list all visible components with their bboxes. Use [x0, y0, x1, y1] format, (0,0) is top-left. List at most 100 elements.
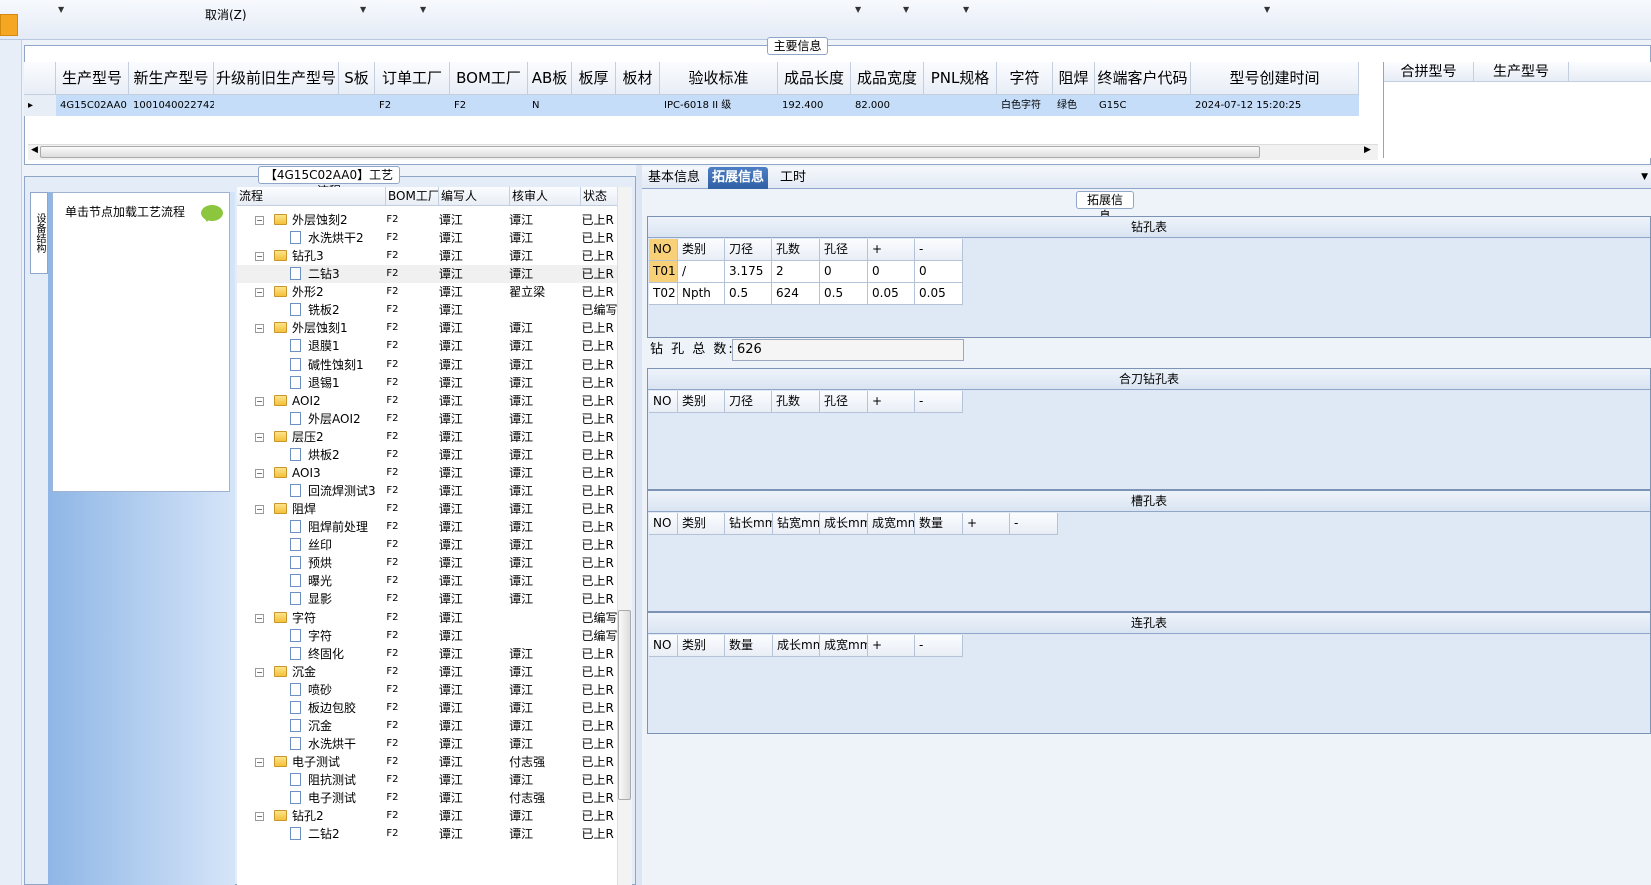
column-header[interactable]: 成品长度 [778, 62, 851, 95]
tree-row[interactable]: − 沉金 F2 谭江 谭江 已上R [237, 663, 620, 681]
tree-node[interactable]: 退膜1 [237, 337, 382, 355]
grid-header-cell[interactable]: 刀径 [725, 391, 772, 413]
dropdown-arrow-icon[interactable]: ▼ [1641, 172, 1648, 182]
column-header[interactable]: 型号创建时间 [1191, 62, 1359, 95]
grid-header-cell[interactable]: - [915, 635, 963, 657]
expand-icon[interactable]: − [255, 667, 264, 677]
tree-row[interactable]: 退膜1 F2 谭江 谭江 已上R [237, 337, 620, 355]
tree-node[interactable]: 水洗烘干2 [237, 229, 382, 247]
grid-header-cell[interactable]: 孔数 [772, 391, 820, 413]
tree-column-header[interactable]: 流程 [237, 187, 386, 205]
grid-header-cell[interactable]: 类别 [678, 239, 725, 261]
dropdown-arrow-icon[interactable]: ▼ [1264, 5, 1270, 14]
column-header[interactable]: 升级前旧生产型号 [214, 62, 339, 95]
tree-row[interactable]: 退锡1 F2 谭江 谭江 已上R [237, 374, 620, 392]
grid-header-cell[interactable]: - [915, 391, 963, 413]
grid-row[interactable]: T01/3.175 2 0 0 0 [649, 261, 963, 283]
tree-node[interactable]: − 外形2 [237, 283, 382, 301]
tree-row[interactable]: − 外形2 F2 谭江 翟立梁 已上R [237, 283, 620, 301]
tree-row[interactable]: 字符 F2 谭江 已编写 [237, 627, 620, 645]
tree-node[interactable]: 喷砂 [237, 681, 382, 699]
grid-header-cell[interactable]: 数量 [725, 635, 773, 657]
tree-row[interactable]: − 电子测试 F2 谭江 付志强 已上R [237, 753, 620, 771]
tree-node[interactable]: 板边包胶 [237, 699, 382, 717]
column-header[interactable]: 阻焊 [1053, 62, 1095, 95]
tab-work-hours[interactable]: 工时 [776, 167, 810, 189]
scrollbar-thumb[interactable] [40, 146, 1260, 158]
expand-icon[interactable]: − [255, 505, 264, 515]
grid-header-cell[interactable]: + [868, 239, 915, 261]
tree-node[interactable]: 丝印 [237, 536, 382, 554]
column-header[interactable]: 生产型号 [56, 62, 129, 95]
grid-header-cell[interactable]: 孔径 [820, 239, 868, 261]
tree-row[interactable]: 铣板2 F2 谭江 已编写 [237, 301, 620, 319]
expand-icon[interactable]: − [255, 396, 264, 406]
tree-row[interactable]: 水洗烘干 F2 谭江 谭江 已上R [237, 735, 620, 753]
tree-node[interactable]: 碱性蚀刻1 [237, 356, 382, 374]
grid-header-cell[interactable]: 类别 [678, 391, 725, 413]
tree-node[interactable]: 烘板2 [237, 446, 382, 464]
tree-row[interactable]: 二钻3 F2 谭江 谭江 已上R [237, 265, 620, 284]
tree-node[interactable]: 二钻3 [237, 265, 382, 283]
grid-header-cell[interactable]: + [963, 513, 1010, 535]
tree-column-header[interactable]: BOM工厂 [386, 187, 439, 205]
dropdown-arrow-icon[interactable]: ▼ [58, 5, 64, 14]
drill-total-field[interactable]: 626 [732, 339, 964, 361]
grid-header-cell[interactable]: - [1010, 513, 1058, 535]
tree-node[interactable]: 二钻2 [237, 825, 382, 843]
grid-header-cell[interactable]: 孔径 [820, 391, 868, 413]
column-header[interactable]: 板厚 [572, 62, 616, 95]
grid-header-cell[interactable]: 数量 [915, 513, 963, 535]
tree-node[interactable]: − 沉金 [237, 663, 382, 681]
grid-header-cell[interactable]: 成长mm [820, 513, 868, 535]
table-row[interactable]: ▸ 4G15C02AA0 10010400227424 F2 F2 N IPC-6018 I… [24, 95, 1359, 116]
tree-row[interactable]: 曝光 F2 谭江 谭江 已上R [237, 572, 620, 590]
tree-node[interactable]: 回流焊测试3 [237, 482, 382, 500]
tree-node[interactable]: − 电子测试 [237, 753, 382, 771]
grid-header-cell[interactable]: 钻宽mm [773, 513, 820, 535]
tree-row[interactable]: − 字符 F2 谭江 已编写 [237, 609, 620, 627]
grid-header-cell[interactable]: 成宽mm [820, 635, 868, 657]
tree-node[interactable]: 水洗烘干 [237, 735, 382, 753]
column-header[interactable]: 成品宽度 [851, 62, 924, 95]
tree-row[interactable]: 回流焊测试3 F2 谭江 谭江 已上R [237, 482, 620, 500]
column-header[interactable]: BOM工厂 [450, 62, 528, 95]
tree-row[interactable]: − 外层蚀刻2 F2 谭江 谭江 已上R [237, 211, 620, 229]
tree-node[interactable]: − 层压2 [237, 428, 382, 446]
dropdown-arrow-icon[interactable]: ▼ [420, 5, 426, 14]
tree-row[interactable]: 烘板2 F2 谭江 谭江 已上R [237, 446, 620, 464]
expand-icon[interactable]: − [255, 324, 264, 334]
grid-header-cell[interactable]: 孔数 [772, 239, 820, 261]
equipment-structure-tab[interactable]: 设备结构 [30, 192, 48, 274]
scroll-right-icon[interactable]: ▶ [1364, 145, 1371, 155]
grid-header-cell[interactable]: + [868, 391, 915, 413]
expand-icon[interactable]: − [255, 468, 264, 478]
expand-icon[interactable]: − [255, 613, 264, 623]
grid-header-cell[interactable]: NO [649, 239, 678, 261]
grid-header-cell[interactable]: 成长mm [773, 635, 820, 657]
tree-node[interactable]: 显影 [237, 590, 382, 608]
cancel-button[interactable]: 取消(Z) [205, 6, 247, 23]
dropdown-arrow-icon[interactable]: ▼ [903, 5, 909, 14]
tree-row[interactable]: 碱性蚀刻1 F2 谭江 谭江 已上R [237, 356, 620, 374]
expand-icon[interactable]: − [255, 758, 264, 768]
column-header[interactable]: 订单工厂 [375, 62, 450, 95]
grid-header-cell[interactable]: 类别 [678, 513, 725, 535]
tree-node[interactable]: 外层AOI2 [237, 410, 382, 428]
tree-node[interactable]: − 钻孔2 [237, 807, 382, 825]
column-header[interactable]: PNL规格 [924, 62, 997, 95]
tree-row[interactable]: 丝印 F2 谭江 谭江 已上R [237, 536, 620, 554]
tree-row[interactable]: − 外层蚀刻1 F2 谭江 谭江 已上R [237, 319, 620, 337]
tree-node[interactable]: 字符 [237, 627, 382, 645]
expand-icon[interactable]: − [255, 812, 264, 822]
tree-node[interactable]: − 钻孔3 [237, 247, 382, 265]
tree-row[interactable]: 喷砂 F2 谭江 谭江 已上R [237, 681, 620, 699]
tree-node[interactable]: − 外层蚀刻2 [237, 211, 382, 229]
tree-row[interactable]: 外层AOI2 F2 谭江 谭江 已上R [237, 410, 620, 428]
column-header[interactable]: AB板 [528, 62, 572, 95]
column-header[interactable]: 字符 [997, 62, 1053, 95]
tree-node[interactable]: − 阻焊 [237, 500, 382, 518]
tree-node[interactable]: − 外层蚀刻1 [237, 319, 382, 337]
tree-row[interactable]: − 层压2 F2 谭江 谭江 已上R [237, 428, 620, 446]
tree-node[interactable]: 阻焊前处理 [237, 518, 382, 536]
